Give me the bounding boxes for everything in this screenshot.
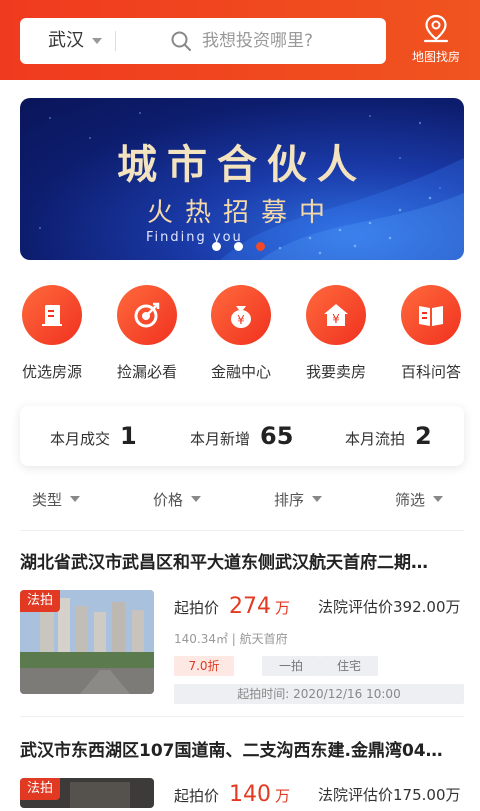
- map-search-label: 地图找房: [411, 50, 460, 64]
- banner-title: 城市合伙人: [117, 141, 367, 188]
- stat-label: 本月成交: [50, 430, 111, 448]
- chevron-down-icon: [433, 496, 444, 502]
- listing-meta: 140.34㎡ | 航天首府: [174, 632, 288, 646]
- city-selector[interactable]: 武汉: [48, 18, 84, 64]
- stat-value: 1: [120, 422, 137, 450]
- category-wiki-qa[interactable]: 百科问答: [386, 285, 476, 382]
- top-header: 武汉 我想投资哪里? 地图找房: [0, 0, 480, 80]
- stat-deals: 本月成交 1: [50, 406, 137, 466]
- property-type-tag: 住宅: [320, 656, 378, 676]
- building-icon: [22, 285, 82, 345]
- search-icon: [171, 31, 191, 51]
- court-valuation: 法院评估价175.00万: [318, 786, 461, 804]
- category-featured-listings[interactable]: 优选房源: [7, 285, 97, 382]
- filter-price[interactable]: 价格: [153, 486, 202, 514]
- stat-label: 本月新增: [190, 430, 251, 448]
- start-price-label: 起拍价: [174, 787, 220, 805]
- stat-new: 本月新增 65: [190, 406, 293, 466]
- auction-start-time: 起拍时间: 2020/12/16 10:00: [174, 684, 464, 704]
- stat-value: 65: [260, 422, 294, 450]
- banner-subtitle: 火热招募中: [146, 198, 337, 228]
- category-label: 捡漏必看: [116, 363, 177, 381]
- start-price-label: 起拍价: [174, 599, 220, 617]
- start-price-value: 140: [229, 782, 272, 807]
- carousel-dot[interactable]: [234, 242, 243, 251]
- carousel-indicators: [212, 236, 278, 251]
- filter-label: 类型: [32, 491, 63, 509]
- listing-photo[interactable]: 法拍: [20, 778, 154, 808]
- divider: [20, 716, 464, 717]
- category-grid: 优选房源 捡漏必看 ¥ 金融中心 ¥ 我要卖房 百科问答: [0, 285, 480, 385]
- divider: [115, 31, 116, 51]
- category-label: 百科问答: [400, 363, 461, 381]
- category-label: 优选房源: [21, 363, 82, 381]
- svg-text:¥: ¥: [332, 312, 340, 326]
- start-price-row: 起拍价 274 万: [174, 592, 290, 622]
- stat-failed: 本月流拍 2: [345, 406, 432, 466]
- chevron-down-icon: [92, 38, 102, 44]
- divider: [20, 530, 464, 531]
- map-pin-icon: [423, 14, 449, 43]
- category-finance-center[interactable]: ¥ 金融中心: [196, 285, 286, 382]
- monthly-stats-card: 本月成交 1 本月新增 65 本月流拍 2: [20, 406, 464, 466]
- listing-photo[interactable]: 法拍: [20, 590, 154, 694]
- money-bag-icon: ¥: [211, 285, 271, 345]
- map-search-button[interactable]: 地图找房: [400, 14, 472, 70]
- carousel-dot[interactable]: [212, 242, 221, 251]
- carousel-dot-active[interactable]: [256, 242, 265, 251]
- filter-more[interactable]: 筛选: [395, 486, 444, 514]
- category-label: 我要卖房: [305, 363, 366, 381]
- category-label: 金融中心: [210, 363, 271, 381]
- stat-value: 2: [415, 422, 432, 450]
- chevron-down-icon: [312, 496, 323, 502]
- house-yuan-icon: ¥: [306, 285, 366, 345]
- chevron-down-icon: [191, 496, 202, 502]
- listing-card[interactable]: 武汉市东西湖区107国道南、二支沟西东建.金鼎湾04… 法拍 起拍价 140 万 法…: [0, 736, 480, 808]
- filter-label: 价格: [153, 491, 184, 509]
- filter-label: 筛选: [395, 491, 426, 509]
- chevron-down-icon: [70, 496, 81, 502]
- listing-card[interactable]: 湖北省武汉市武昌区和平大道东侧武汉航天首府二期… 法拍 起拍价 274 万 法院评估…: [0, 548, 480, 718]
- start-price-value: 274: [229, 594, 272, 619]
- filter-bar: 类型 价格 排序 筛选: [0, 486, 480, 514]
- search-bar[interactable]: 武汉 我想投资哪里?: [20, 18, 386, 64]
- svg-text:¥: ¥: [237, 313, 245, 327]
- auction-badge: 法拍: [20, 590, 60, 612]
- search-input[interactable]: 我想投资哪里?: [202, 18, 313, 64]
- auction-badge: 法拍: [20, 778, 60, 800]
- target-icon: [117, 285, 177, 345]
- stat-label: 本月流拍: [345, 430, 406, 448]
- price-unit: 万: [275, 787, 291, 805]
- filter-type[interactable]: 类型: [32, 486, 81, 514]
- category-sell-house[interactable]: ¥ 我要卖房: [291, 285, 381, 382]
- start-price-row: 起拍价 140 万: [174, 780, 290, 810]
- price-unit: 万: [275, 599, 291, 617]
- court-valuation: 法院评估价392.00万: [318, 598, 461, 616]
- listing-title[interactable]: 湖北省武汉市武昌区和平大道东侧武汉航天首府二期…: [20, 548, 464, 573]
- category-bargains[interactable]: 捡漏必看: [102, 285, 192, 382]
- filter-sort[interactable]: 排序: [274, 486, 323, 514]
- listing-title[interactable]: 武汉市东西湖区107国道南、二支沟西东建.金鼎湾04…: [20, 736, 464, 761]
- discount-tag: 7.0折: [174, 656, 234, 676]
- filter-label: 排序: [274, 491, 305, 509]
- auction-round-tag: 一拍: [262, 656, 320, 676]
- book-icon: [401, 285, 461, 345]
